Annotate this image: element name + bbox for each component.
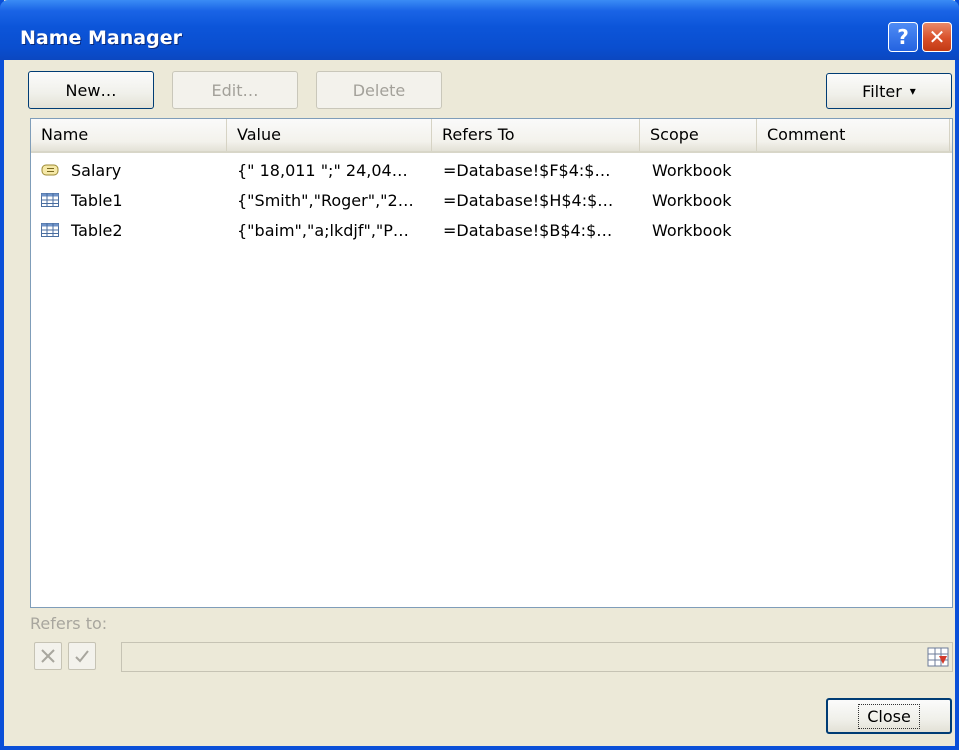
new-button[interactable]: New…	[28, 71, 154, 109]
row-value: {"baim","a;lkdjf","P…	[237, 221, 409, 240]
edit-button-label: Edit…	[211, 80, 259, 100]
row-refers-to: =Database!$F$4:$…	[443, 161, 611, 180]
table-icon	[41, 223, 59, 237]
cancel-edit-button[interactable]	[34, 642, 62, 670]
close-button[interactable]: Close	[826, 698, 952, 734]
row-name: Table2	[71, 221, 123, 240]
row-value: {" 18,011 ";" 24,04…	[237, 161, 408, 180]
table-icon	[41, 193, 59, 207]
delete-button-label: Delete	[352, 80, 406, 100]
name-manager-dialog: Name Manager ? ✕ New… Edit… Delete Filte…	[0, 0, 959, 750]
checkmark-icon	[75, 650, 89, 663]
refers-to-input[interactable]	[121, 642, 953, 672]
help-icon: ?	[897, 25, 909, 49]
cancel-x-icon	[41, 649, 55, 663]
title-bar: Name Manager ? ✕	[0, 0, 959, 60]
edit-button[interactable]: Edit…	[172, 71, 298, 109]
row-name: Table1	[71, 191, 123, 210]
dialog-title: Name Manager	[20, 27, 182, 49]
title-close-button[interactable]: ✕	[922, 22, 952, 52]
list-header: Name Value Refers To Scope Comment	[31, 119, 952, 153]
row-refers-to: =Database!$B$4:$…	[443, 221, 613, 240]
collapse-dialog-icon[interactable]	[926, 645, 950, 669]
row-scope: Workbook	[652, 161, 732, 180]
new-button-label: New…	[65, 80, 117, 100]
table-row[interactable]: Salary {" 18,011 ";" 24,04… =Database!$F…	[31, 156, 952, 186]
filter-button-label: Filter	[862, 81, 902, 101]
column-header-scope[interactable]: Scope	[640, 119, 757, 151]
row-refers-to: =Database!$H$4:$…	[443, 191, 614, 210]
row-name: Salary	[71, 161, 122, 180]
delete-button[interactable]: Delete	[316, 71, 442, 109]
table-row[interactable]: Table1 {"Smith","Roger","2… =Database!$H…	[31, 186, 952, 216]
column-header-refers-to[interactable]: Refers To	[432, 119, 640, 151]
chevron-down-icon: ▾	[909, 84, 916, 98]
close-icon: ✕	[928, 25, 946, 49]
column-header-value[interactable]: Value	[227, 119, 432, 151]
commit-edit-button[interactable]	[68, 642, 96, 670]
filter-button[interactable]: Filter ▾	[826, 73, 952, 109]
help-button[interactable]: ?	[888, 22, 918, 52]
table-row[interactable]: Table2 {"baim","a;lkdjf","P… =Database!$…	[31, 216, 952, 246]
column-header-comment[interactable]: Comment	[757, 119, 950, 151]
row-scope: Workbook	[652, 191, 732, 210]
names-list[interactable]: Name Value Refers To Scope Comment Salar…	[30, 118, 953, 608]
row-scope: Workbook	[652, 221, 732, 240]
refers-to-label: Refers to:	[30, 614, 108, 633]
row-value: {"Smith","Roger","2…	[237, 191, 414, 210]
named-range-icon	[41, 164, 59, 176]
column-header-name[interactable]: Name	[31, 119, 227, 151]
close-button-label: Close	[858, 703, 920, 729]
